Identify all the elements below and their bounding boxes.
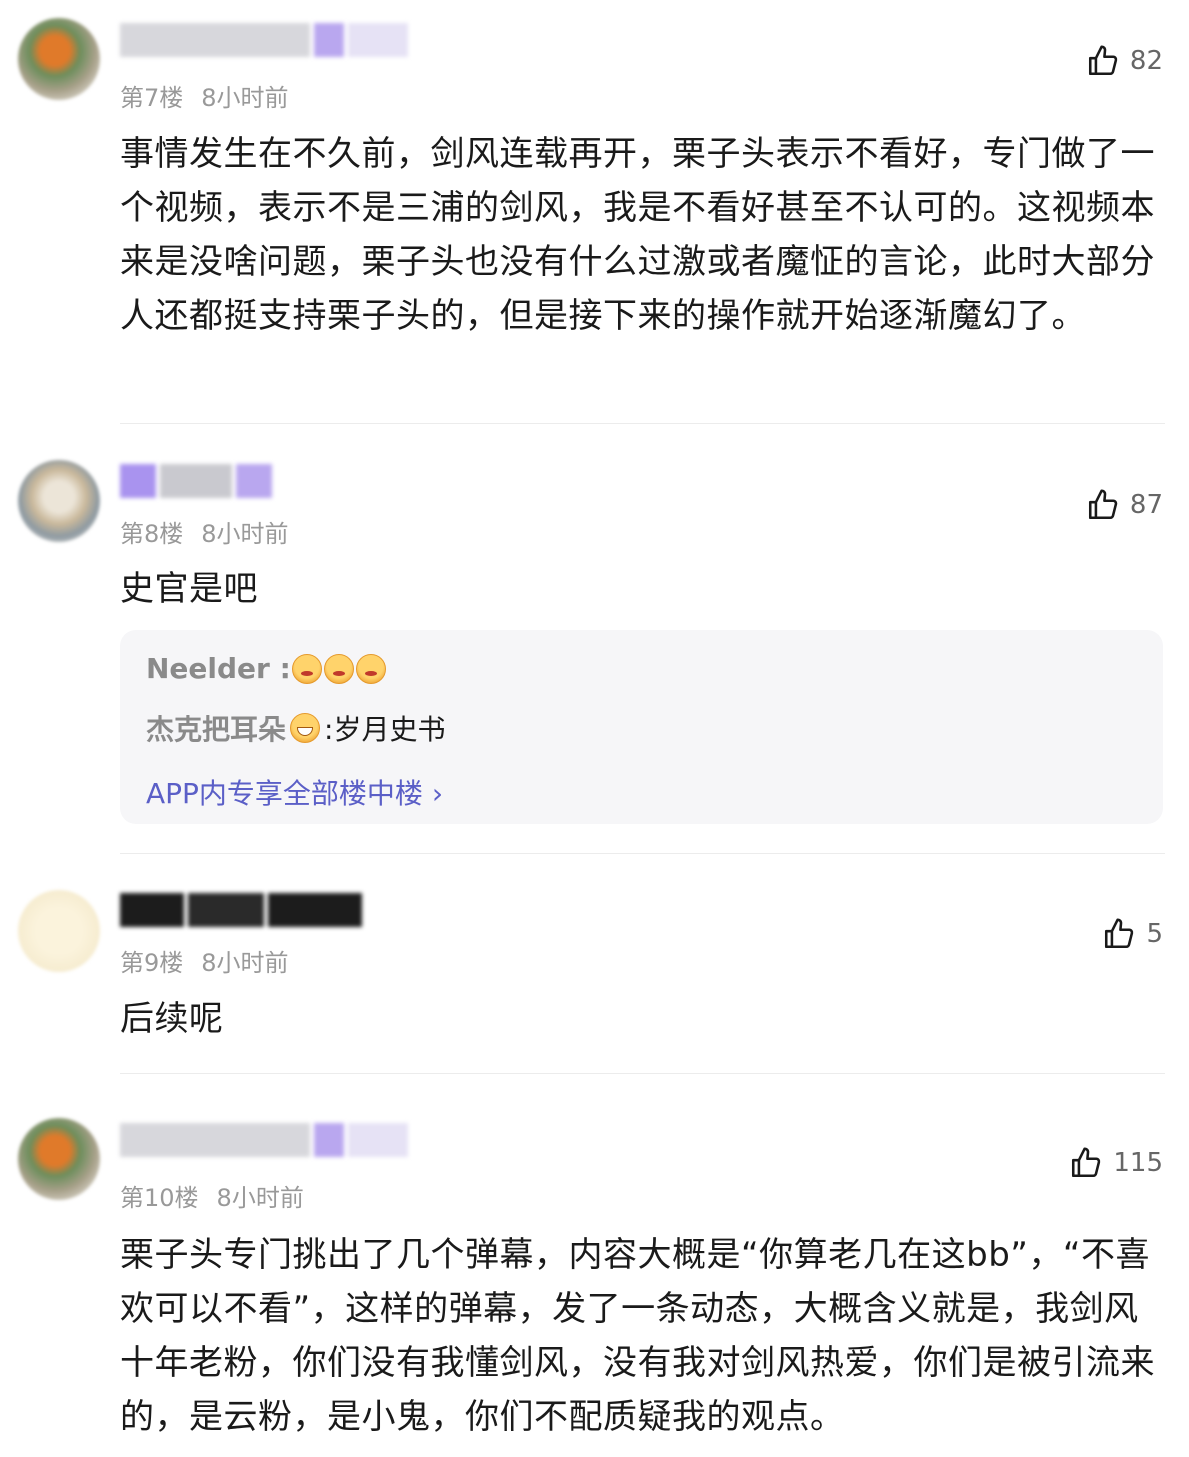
avatar[interactable] — [18, 890, 100, 972]
view-all-replies-link[interactable]: APP内专享全部楼中楼 › — [146, 772, 443, 812]
floor-label: 第10楼 — [120, 1184, 199, 1212]
thumbs-up-icon — [1072, 1147, 1101, 1178]
thumbs-up-icon — [1088, 489, 1118, 520]
username-blurred[interactable] — [120, 1122, 412, 1158]
like-count: 87 — [1129, 490, 1163, 520]
like-button[interactable]: 87 — [1086, 488, 1163, 522]
time-label: 8小时前 — [201, 84, 289, 112]
like-count: 82 — [1129, 46, 1163, 76]
comment-meta: 第8楼 8小时前 — [120, 514, 289, 549]
time-label: 8小时前 — [216, 1184, 304, 1212]
reply-item: 杰克把耳朵 :岁月史书 — [146, 708, 445, 748]
divider — [120, 423, 1165, 424]
like-button[interactable]: 115 — [1069, 1146, 1163, 1180]
time-label: 8小时前 — [201, 520, 289, 548]
floor-label: 第9楼 — [120, 949, 184, 977]
floor-label: 第7楼 — [120, 84, 184, 112]
reply-preview[interactable]: Neelder : 杰克把耳朵 :岁月史书 APP内专享全部楼中楼 › — [120, 630, 1163, 824]
emoji-icon — [355, 653, 386, 684]
reply-text: :岁月史书 — [324, 713, 446, 746]
time-label: 8小时前 — [201, 949, 289, 977]
like-button[interactable]: 82 — [1086, 44, 1163, 78]
comment-text: 史官是吧 — [120, 569, 258, 609]
like-button[interactable]: 5 — [1102, 917, 1163, 951]
reply-username[interactable]: 杰克把耳朵 — [146, 708, 286, 748]
avatar[interactable] — [18, 18, 100, 100]
comment-meta: 第9楼 8小时前 — [120, 943, 289, 978]
emoji-icon — [291, 653, 322, 684]
like-count: 115 — [1113, 1148, 1163, 1178]
avatar[interactable] — [18, 1118, 100, 1200]
divider — [120, 853, 1165, 854]
comment-meta: 第7楼 8小时前 — [120, 78, 289, 113]
like-count: 5 — [1146, 919, 1163, 949]
comment-text: 后续呢 — [120, 999, 224, 1039]
username-blurred[interactable] — [120, 463, 276, 499]
username-blurred[interactable] — [120, 22, 412, 58]
avatar[interactable] — [18, 460, 100, 542]
reply-item: Neelder : — [146, 652, 387, 685]
username-blurred[interactable] — [120, 892, 366, 928]
thumbs-up-icon — [1088, 45, 1118, 76]
comment-meta: 第10楼 8小时前 — [120, 1178, 304, 1213]
comment-text: 事情发生在不久前，剑风连载再开，栗子头表示不看好，专门做了一个视频，表示不是三浦… — [120, 134, 1155, 336]
divider — [120, 1073, 1165, 1074]
emoji-icon — [290, 713, 321, 743]
reply-username[interactable]: Neelder : — [146, 652, 291, 685]
emoji-icon — [323, 653, 354, 684]
floor-label: 第8楼 — [120, 520, 184, 548]
comment-text: 栗子头专门挑出了几个弹幕，内容大概是“你算老几在这bb”，“不喜欢可以不看”，这… — [120, 1235, 1155, 1437]
thumbs-up-icon — [1105, 918, 1134, 949]
